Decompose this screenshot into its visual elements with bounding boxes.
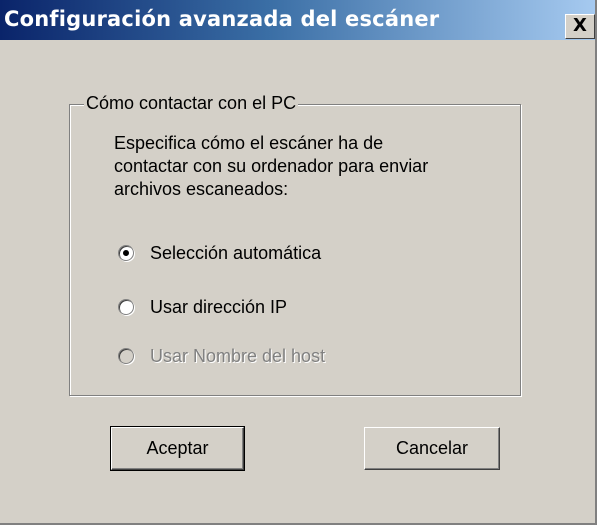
option-host-name: Usar Nombre del host [118, 344, 325, 368]
dialog-title: Configuración avanzada del escáner [4, 7, 440, 31]
accept-button[interactable]: Aceptar [110, 426, 245, 471]
radio-ip-address[interactable] [118, 299, 134, 315]
title-bar[interactable]: Configuración avanzada del escáner X [0, 0, 595, 40]
radio-label-automatic: Selección automática [150, 242, 322, 263]
group-legend: Cómo contactar con el PC [84, 93, 299, 114]
radio-automatic[interactable] [118, 245, 134, 261]
option-ip-address[interactable]: Usar dirección IP [118, 295, 287, 319]
scanner-settings-dialog: Configuración avanzada del escáner X Cóm… [0, 0, 597, 525]
radio-label-host-name: Usar Nombre del host [150, 345, 326, 366]
radio-host-name [118, 348, 134, 364]
cancel-button[interactable]: Cancelar [364, 427, 500, 470]
radio-label-ip-address: Usar dirección IP [150, 296, 288, 317]
close-icon: X [573, 15, 587, 36]
option-automatic-selection[interactable]: Selección automática [118, 241, 321, 265]
close-button[interactable]: X [565, 14, 595, 39]
group-description: Especifica cómo el escáner ha de contact… [114, 133, 429, 199]
